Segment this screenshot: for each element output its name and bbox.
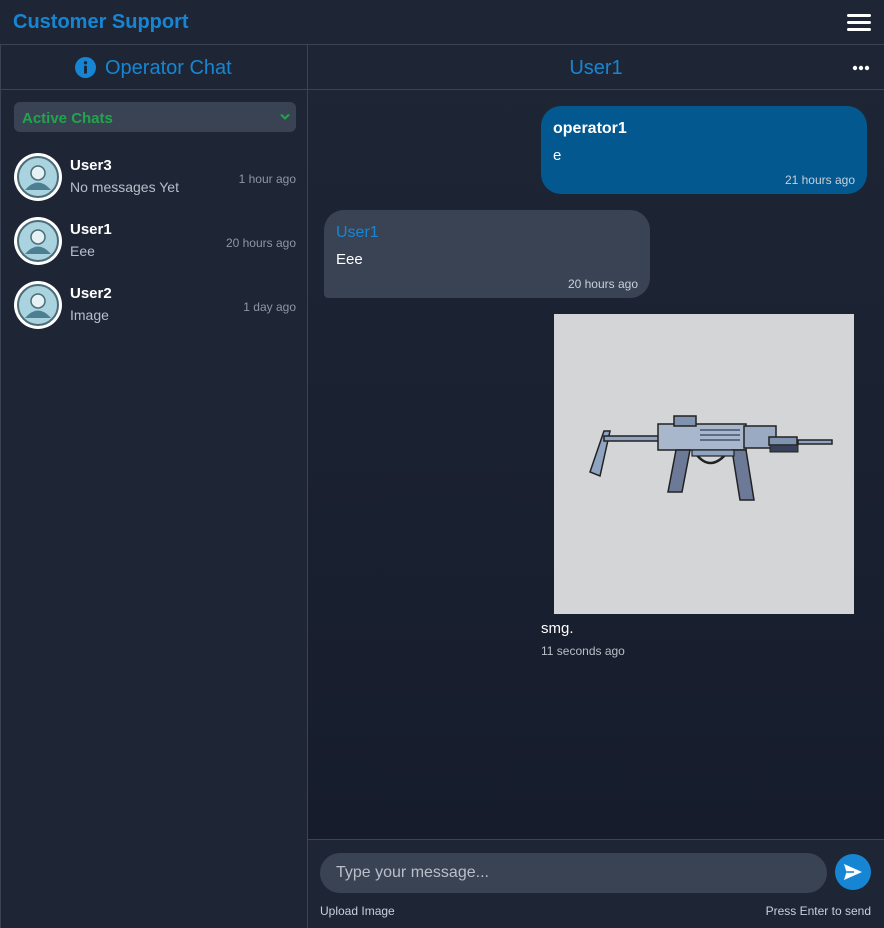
message-bubble-outgoing: operator1 e 21 hours ago [541,106,867,194]
conversation-header: User1 [308,45,884,90]
avatar-icon [14,153,62,201]
message-time: 20 hours ago [567,277,638,291]
message-text: e [553,147,562,164]
chat-filter-value: Active Chats [22,110,113,127]
chat-list-item[interactable]: User2 Image 1 day ago [1,281,308,341]
message-time: 11 seconds ago [541,644,625,658]
chat-preview: Eee [70,243,95,259]
message-composer: Upload Image Press Enter to send [308,839,884,928]
avatar-icon [14,217,62,265]
menu-icon[interactable] [847,14,871,32]
message-text: Eee [336,251,363,268]
chat-preview: No messages Yet [70,179,179,195]
sidebar: Operator Chat Active Chats User3 No mess… [0,45,308,928]
chat-name: User2 [70,285,112,302]
message-image[interactable] [554,314,854,614]
message-bubble-incoming: User1 Eee 20 hours ago [324,210,650,298]
chat-list-item[interactable]: User1 Eee 20 hours ago [1,217,308,277]
sidebar-title: Operator Chat [105,57,232,79]
send-icon [844,864,862,880]
conversation-panel: User1 operator1 e 21 hours ago User1 Eee… [308,45,884,928]
chat-time: 20 hours ago [225,236,296,250]
avatar-icon [14,281,62,329]
send-button[interactable] [835,854,871,890]
message-time: 21 hours ago [784,173,855,187]
upload-image-link[interactable]: Upload Image [320,904,395,918]
chat-time: 1 hour ago [238,172,296,186]
chat-filter-select[interactable]: Active Chats [14,102,296,132]
image-caption: smg. [541,620,574,637]
chevron-down-icon [280,114,290,120]
conversation-title: User1 [569,57,623,79]
app-title: Customer Support [13,11,189,33]
chat-list-item[interactable]: User3 No messages Yet 1 hour ago [1,153,308,213]
chat-name: User3 [70,157,112,174]
chat-time: 1 day ago [243,300,296,314]
message-sender: operator1 [553,120,627,137]
send-hint: Press Enter to send [765,904,871,918]
smg-image [554,314,854,614]
top-bar: Customer Support [0,0,884,45]
info-icon [75,57,96,78]
message-input[interactable] [320,853,827,893]
sidebar-header: Operator Chat [1,45,308,90]
chat-name: User1 [70,221,112,238]
more-options-icon[interactable] [852,65,870,71]
chat-preview: Image [70,307,109,323]
app: Customer Support Operator Chat Active Ch… [0,0,884,928]
message-sender: User1 [336,224,379,241]
